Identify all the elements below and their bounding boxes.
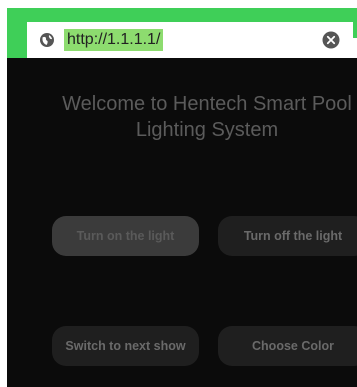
welcome-heading: Welcome to Hentech Smart Pool Lighting S… <box>62 93 352 141</box>
browser-toolbar: http://1.1.1.1/ <box>7 8 357 58</box>
screen: http://1.1.1.1/ Welcome to Hentech Smart… <box>0 0 357 387</box>
globe-icon <box>40 33 54 47</box>
turn-on-light-button[interactable]: Turn on the light <box>52 216 199 256</box>
address-bar[interactable]: http://1.1.1.1/ <box>27 22 357 58</box>
next-show-button[interactable]: Switch to next show <box>52 326 199 366</box>
turn-off-light-button[interactable]: Turn off the light <box>218 216 357 256</box>
choose-color-button[interactable]: Choose Color <box>218 326 357 366</box>
url-text[interactable]: http://1.1.1.1/ <box>64 29 164 51</box>
web-content: Welcome to Hentech Smart Pool Lighting S… <box>7 58 357 387</box>
toolbar-edge <box>353 22 357 38</box>
clear-circle-x-icon[interactable] <box>322 31 340 49</box>
